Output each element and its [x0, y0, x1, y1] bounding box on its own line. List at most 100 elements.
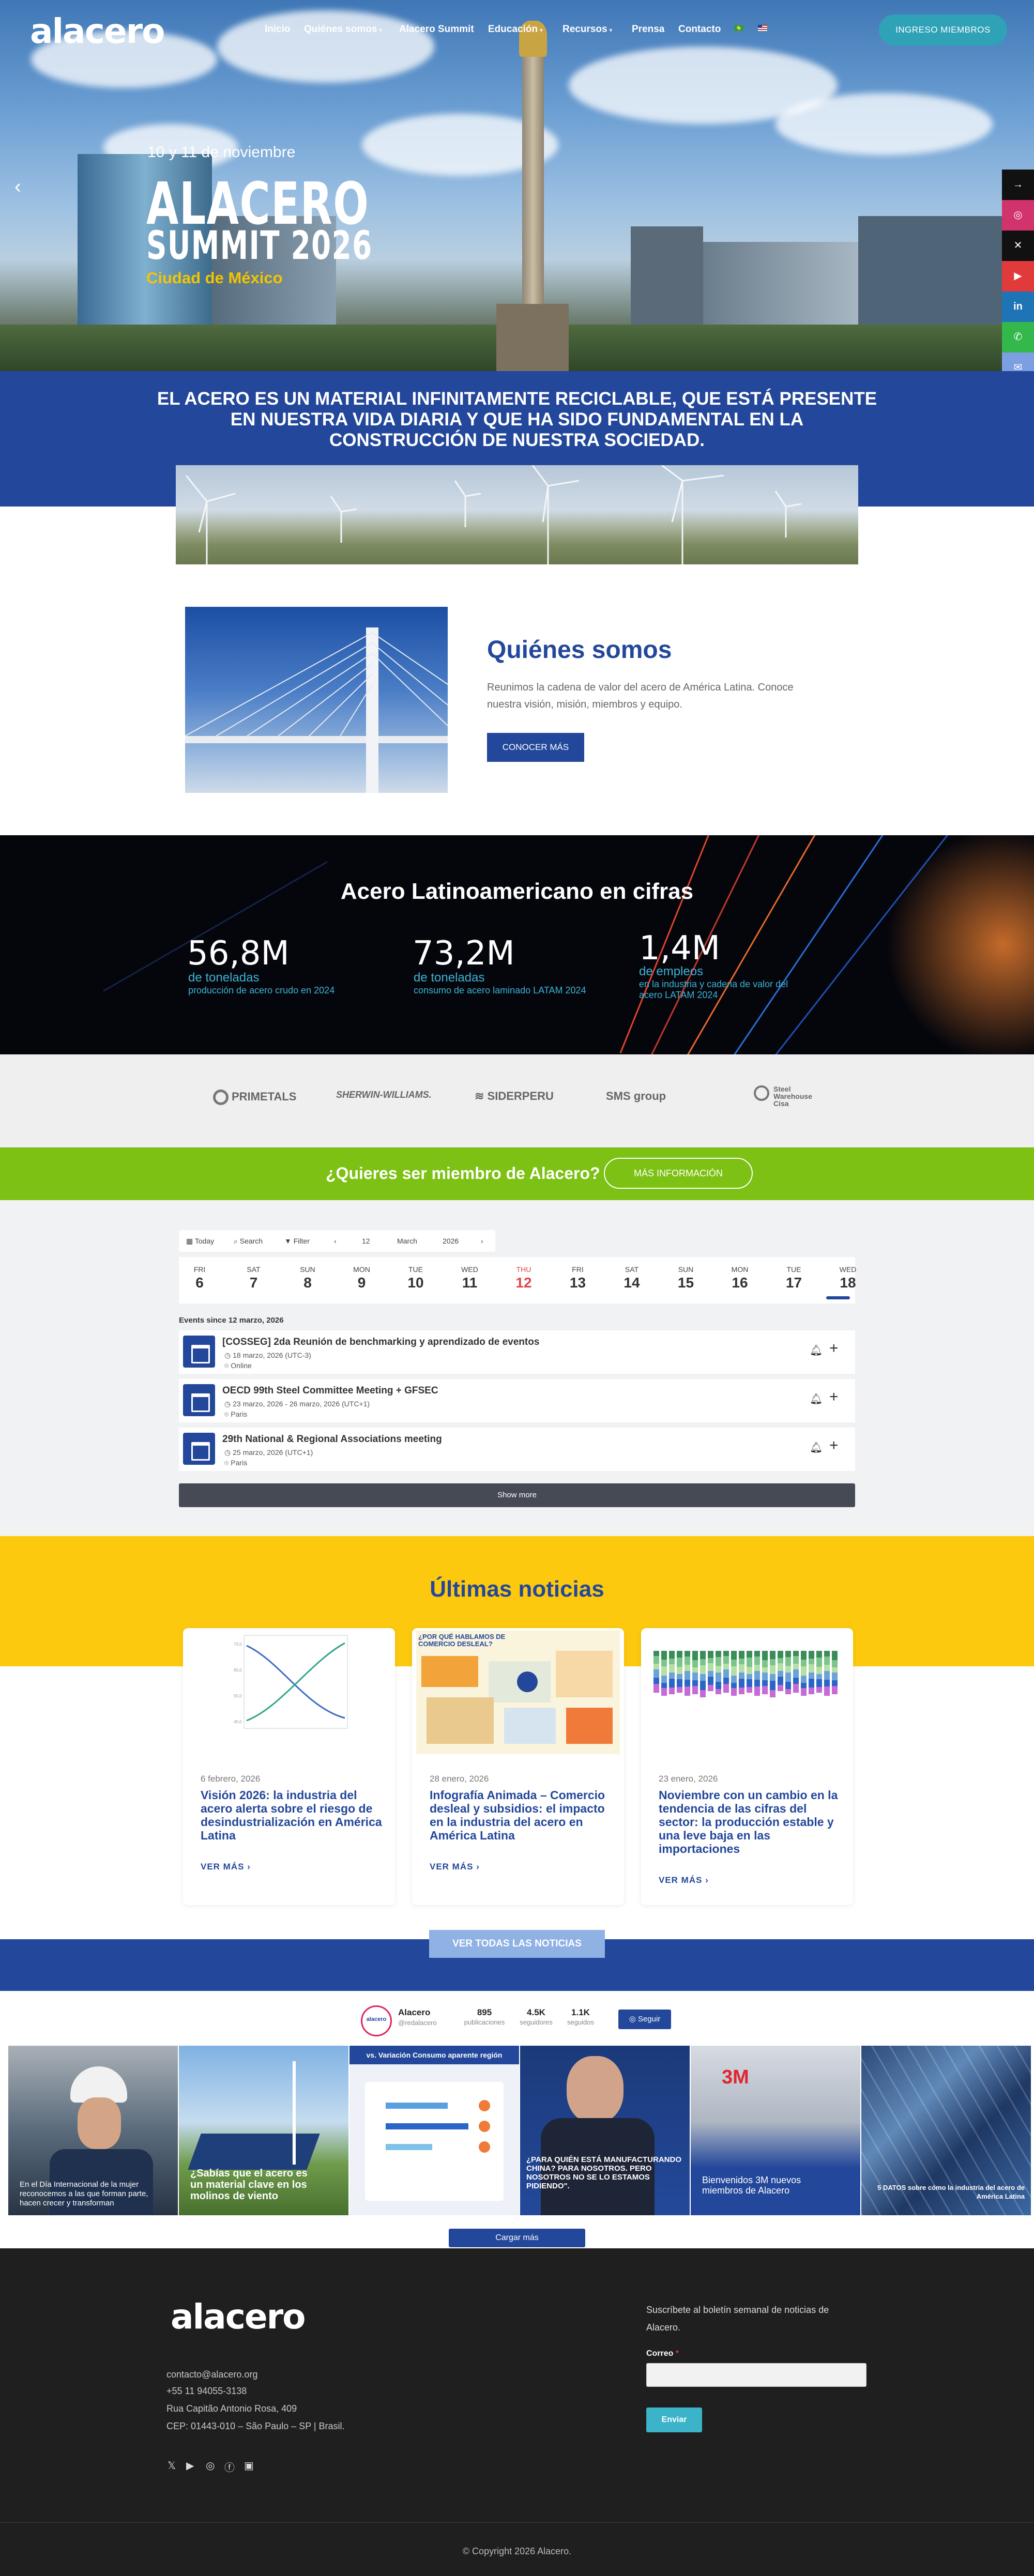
image-bar	[653, 1656, 659, 1664]
flag-usa-icon[interactable]	[758, 25, 767, 31]
partner-logo-sms-group[interactable]: SMS group	[606, 1090, 666, 1103]
instagram-name[interactable]: Alacero	[398, 2007, 430, 2018]
image-bar	[747, 1658, 752, 1667]
day-number[interactable]: 17	[779, 1275, 810, 1291]
instagram-post[interactable]: 3M Bienvenidos 3M nuevos miembros de Ala…	[691, 2046, 860, 2215]
news-title-link[interactable]: Noviembre con un cambio en la tendencia …	[659, 1788, 845, 1856]
read-more-link[interactable]: VER MÁS ›	[659, 1875, 709, 1885]
linkedin-icon[interactable]: in	[1002, 292, 1034, 322]
youtube-icon[interactable]: ▶	[186, 2459, 194, 2472]
add-event-icon[interactable]: +	[829, 1388, 839, 1406]
x-icon[interactable]: ✕	[1002, 231, 1034, 261]
instagram-post[interactable]: ¿Sabías que el acero es un material clav…	[179, 2046, 348, 2215]
instagram-post[interactable]: 5 DATOS sobre cómo la industria del acer…	[861, 2046, 1031, 2215]
about-more-button[interactable]: CONOCER MÁS	[487, 733, 584, 762]
post-caption: vs. Variación Consumo aparente región	[366, 2051, 503, 2059]
instagram-follow-button[interactable]: ◎ Seguir	[618, 2010, 671, 2029]
today-button[interactable]: ▦ Today	[186, 1237, 214, 1246]
footer-phone[interactable]: +55 11 94055-3138	[166, 2386, 247, 2397]
news-title-link[interactable]: Infografía Animada – Comercio desleal y …	[430, 1788, 616, 1842]
event-title[interactable]: [COSSEG] 2da Reunión de benchmarking y a…	[222, 1337, 539, 1348]
image-bar	[809, 1651, 814, 1659]
image-bar	[762, 1667, 768, 1673]
day-number[interactable]: 16	[724, 1275, 755, 1291]
facebook-icon[interactable]: ⓕ	[224, 2459, 235, 2474]
login-members-button[interactable]: INGRESO MIEMBROS	[879, 14, 1007, 45]
image-bar	[731, 1651, 737, 1660]
slider-prev-icon[interactable]: ‹	[14, 176, 21, 198]
chevron-right-icon[interactable]: ›	[481, 1237, 483, 1245]
instagram-icon[interactable]: ◎	[1002, 200, 1034, 231]
alacero-logo[interactable]: alacero	[30, 11, 165, 51]
image-bar	[762, 1660, 768, 1667]
instagram-post[interactable]: vs. Variación Consumo aparente región	[349, 2046, 519, 2215]
day-number[interactable]: 6	[184, 1275, 215, 1291]
day-name: TUE	[786, 1265, 801, 1274]
whatsapp-icon[interactable]: ✆	[1002, 322, 1034, 352]
footer-email[interactable]: contacto@alacero.org	[166, 2369, 257, 2380]
instagram-post[interactable]: ¿PARA QUIÉN ESTÁ MANUFACTURANDO CHINA? P…	[520, 2046, 690, 2215]
add-event-icon[interactable]: +	[829, 1437, 839, 1454]
all-news-button[interactable]: VER TODAS LAS NOTICIAS	[429, 1930, 605, 1958]
read-more-link[interactable]: VER MÁS ›	[201, 1862, 251, 1872]
image-bar	[801, 1688, 807, 1696]
nav-prensa[interactable]: Prensa	[632, 24, 664, 35]
nav-recursos[interactable]: Recursos ▾	[562, 24, 612, 35]
read-more-link[interactable]: VER MÁS ›	[430, 1862, 480, 1872]
partner-logo-primetals[interactable]: PRIMETALS	[213, 1090, 296, 1105]
search-icon: ⌕	[234, 1237, 240, 1245]
membership-info-button[interactable]: MÁS INFORMACIÓN	[604, 1158, 753, 1189]
bell-icon[interactable]: 🔔︎	[810, 1392, 823, 1405]
day-number[interactable]: 11	[454, 1275, 485, 1291]
filter-button[interactable]: ▼ Filter	[284, 1237, 310, 1245]
event-title[interactable]: 29th National & Regional Associations me…	[222, 1434, 442, 1445]
news-title-link[interactable]: Visión 2026: la industria del acero aler…	[201, 1788, 387, 1842]
nav-contacto[interactable]: Contacto	[678, 24, 721, 35]
instagram-icon[interactable]: ◎	[206, 2459, 215, 2472]
instagram-post[interactable]: En el Día Internacional de la mujer reco…	[8, 2046, 178, 2215]
image-bar	[685, 1651, 690, 1657]
newsletter-email-input[interactable]	[646, 2363, 866, 2387]
x-icon[interactable]: 𝕏	[168, 2459, 176, 2472]
youtube-icon[interactable]: ▶	[1002, 261, 1034, 292]
image-bar	[723, 1678, 729, 1684]
partner-logo-steel-warehouse[interactable]: Steel Warehouse Cisa	[754, 1085, 816, 1107]
figure-value: 56,8M	[187, 934, 290, 973]
day-number[interactable]: 9	[346, 1275, 377, 1291]
linkedin-icon[interactable]: ▣	[244, 2459, 254, 2472]
day-select[interactable]: 12	[362, 1237, 370, 1245]
chevron-left-icon[interactable]: ‹	[334, 1237, 337, 1245]
add-event-icon[interactable]: +	[829, 1340, 839, 1357]
search-button[interactable]: ⌕ Search	[234, 1237, 263, 1246]
show-more-button[interactable]: Show more	[179, 1483, 855, 1507]
instagram-avatar[interactable]: alacero	[361, 2005, 392, 2036]
nav-quienes-somos[interactable]: Quiénes somos ▾	[304, 24, 382, 35]
image-bar	[669, 1664, 675, 1673]
nav-alacero-summit[interactable]: Alacero Summit	[399, 24, 474, 35]
day-number[interactable]: 15	[671, 1275, 702, 1291]
month-select[interactable]: March	[397, 1237, 417, 1245]
bell-icon[interactable]: 🔔︎	[810, 1344, 823, 1357]
day-number[interactable]: 18	[832, 1275, 863, 1291]
year-select[interactable]: 2026	[443, 1237, 459, 1245]
load-more-button[interactable]: Cargar más	[449, 2229, 585, 2247]
day-name: SAT	[247, 1265, 261, 1274]
image-bar	[685, 1665, 690, 1671]
day-number[interactable]: 12	[508, 1275, 539, 1291]
newsletter-send-button[interactable]: Enviar	[646, 2408, 702, 2432]
day-number[interactable]: 14	[616, 1275, 647, 1291]
nav-inicio[interactable]: Inicio	[265, 24, 291, 35]
day-number[interactable]: 13	[562, 1275, 594, 1291]
share-arrow-icon[interactable]: →	[1002, 170, 1034, 200]
day-number[interactable]: 10	[400, 1275, 431, 1291]
bell-icon[interactable]: 🔔︎	[810, 1441, 823, 1454]
partner-logo-siderperu[interactable]: ≋ SIDERPERU	[475, 1090, 554, 1103]
partner-logo-sherwin-williams[interactable]: SHERWIN-WILLIAMS.	[336, 1090, 432, 1100]
footer-logo[interactable]: alacero	[171, 2297, 306, 2337]
day-number[interactable]: 8	[292, 1275, 323, 1291]
flag-brazil-icon[interactable]	[734, 25, 743, 31]
event-title[interactable]: OECD 99th Steel Committee Meeting + GFSE…	[222, 1385, 438, 1397]
nav-educacion[interactable]: Educación ▾	[488, 24, 543, 35]
image-bar	[700, 1674, 706, 1681]
day-number[interactable]: 7	[238, 1275, 269, 1291]
